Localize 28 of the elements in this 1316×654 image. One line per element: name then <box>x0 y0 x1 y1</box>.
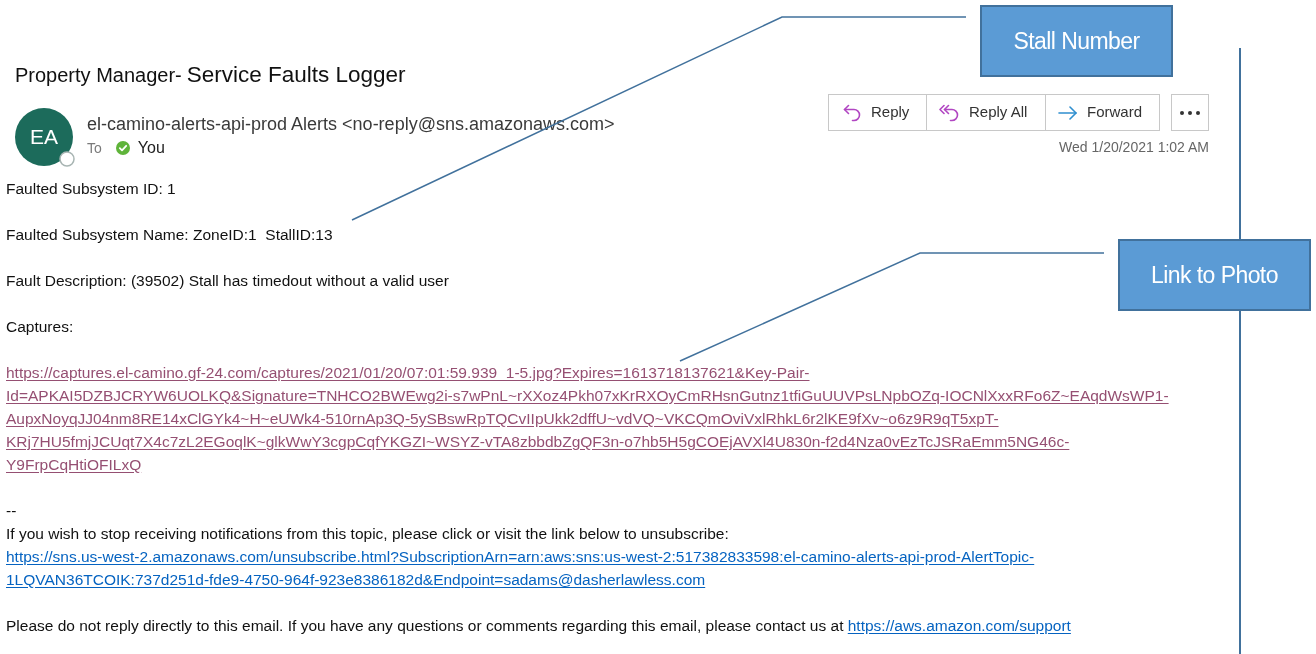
page-title: Service Faults Logger <box>186 61 406 89</box>
callout-label: Stall Number <box>980 5 1173 77</box>
app-name: Property Manager- <box>15 63 182 88</box>
body-text: Captures: <box>6 316 74 337</box>
recipient-name: You <box>137 138 165 159</box>
reply-button[interactable]: Reply <box>828 94 927 131</box>
more-icon <box>1180 110 1200 115</box>
more-button[interactable] <box>1171 94 1209 131</box>
reply-arrow-icon <box>843 103 861 122</box>
body-text: If you wish to stop receiving notifications from this topic, please click or visit the link below to unsubscribe: <box>6 523 729 544</box>
avatar: EA <box>15 107 73 166</box>
body-text: Please do not reply directly to this email. If you have any questions or comments regarding this email, please contact us at https://aws.amazon.com/support <box>6 615 1071 636</box>
body-text: -- <box>6 500 17 521</box>
reply-all-button[interactable]: Reply All <box>926 94 1046 131</box>
body-text: Faulted Subsystem Name: ZoneID:1 StallID:13 <box>6 224 333 245</box>
to-label: To <box>87 138 102 158</box>
forward-arrow-icon <box>1058 105 1077 120</box>
url-link[interactable]: https://sns.us-west-2.amazonaws.com/unsubscribe.html?SubscriptionArn=arn:aws:sns:us-west-2:517382833598:el-camino-alerts-api-prod-AlertTopic- 1LQVAN36TCOIK:737d251d-fde9-4750-964f-923e8386182d&Endpoint=sadams@dasherlawless.com <box>6 544 1035 591</box>
status-ring-icon <box>59 150 75 167</box>
reply-all-arrow-icon <box>939 103 959 122</box>
forward-button[interactable]: Forward <box>1045 94 1160 131</box>
url-link[interactable]: https://captures.el-camino.gf-24.com/captures/2021/01/20/07:01:59.939_1-5.jpg?Expires=1613718137621&Key-Pair- Id=APKAI5DZBJCRYW6UOLKQ&Signature=TNHCO2BWEwg2i-s7wPnL~rXXoz4Pkh07xKrRXOyCmRHsnGutnz1tfiGuUUVPsLNpbOZq-IOCNlXxxRFo6Z~EAqdWsWP1- AupxNoyqJJ04nm8RE14xClGYk4~H~eUWk4-510rnAp3Q-5ySBswRpTQCvIIpUkk2dffU~vdVQ~VKCQmOviVxlRhkL6r2lKE9fXv~o6z9R9qT5xpT- KRj7HU5fmjJCUqt7X4c7zL2EGoqlK~glkWwY3cgpCqfYKGZI~WSYZ-vTA8zbbdbZgQF3n-o7hb5H5gCOEjAVXl4U830n-f2d4Nza0vEzTcJSRaEmm5NG46c- Y9FrpCqHtiOFILxQ <box>6 360 1169 476</box>
support-link[interactable]: https://aws.amazon.com/support <box>847 616 1071 634</box>
body-text: Fault Description: (39502) Stall has timedout without a valid user <box>6 270 449 291</box>
body-text: Faulted Subsystem ID: 1 <box>6 178 176 199</box>
message-date: Wed 1/20/2021 1:02 AM <box>1059 138 1209 157</box>
check-icon <box>115 141 130 156</box>
callout-label: Link to Photo <box>1118 239 1311 311</box>
